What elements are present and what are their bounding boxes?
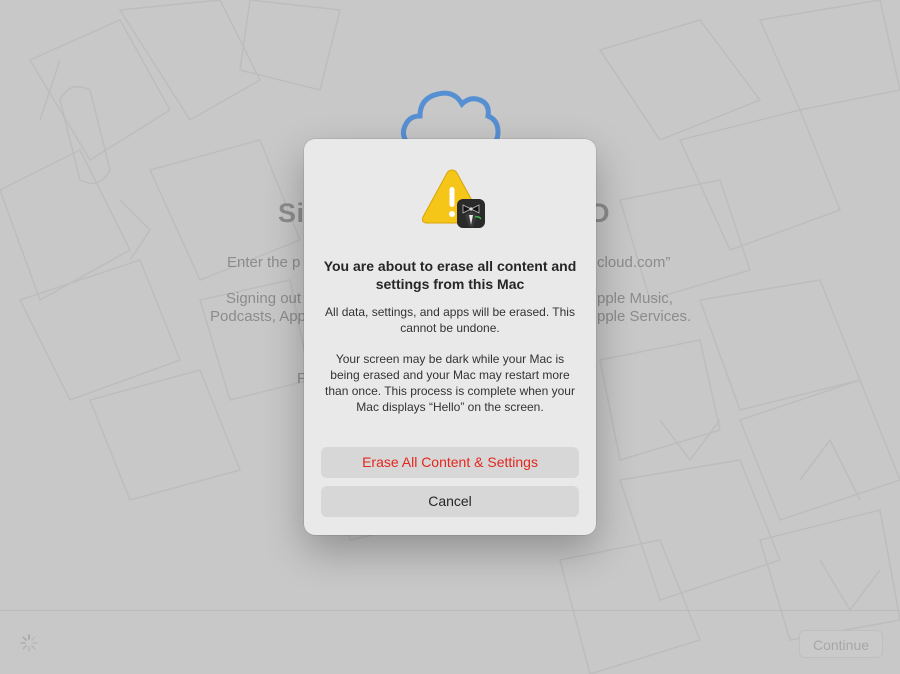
cancel-button[interactable]: Cancel [321,486,579,517]
dialog-details: Your screen may be dark while your Mac i… [325,352,575,414]
erase-confirmation-dialog: You are about to erase all content and s… [304,139,596,535]
erase-all-button[interactable]: Erase All Content & Settings [321,447,579,478]
dialog-title: You are about to erase all content and s… [323,258,577,292]
assistant-icon [457,199,485,228]
dialog-message: All data, settings, and apps will be era… [325,305,575,335]
warning-icon [421,169,485,228]
